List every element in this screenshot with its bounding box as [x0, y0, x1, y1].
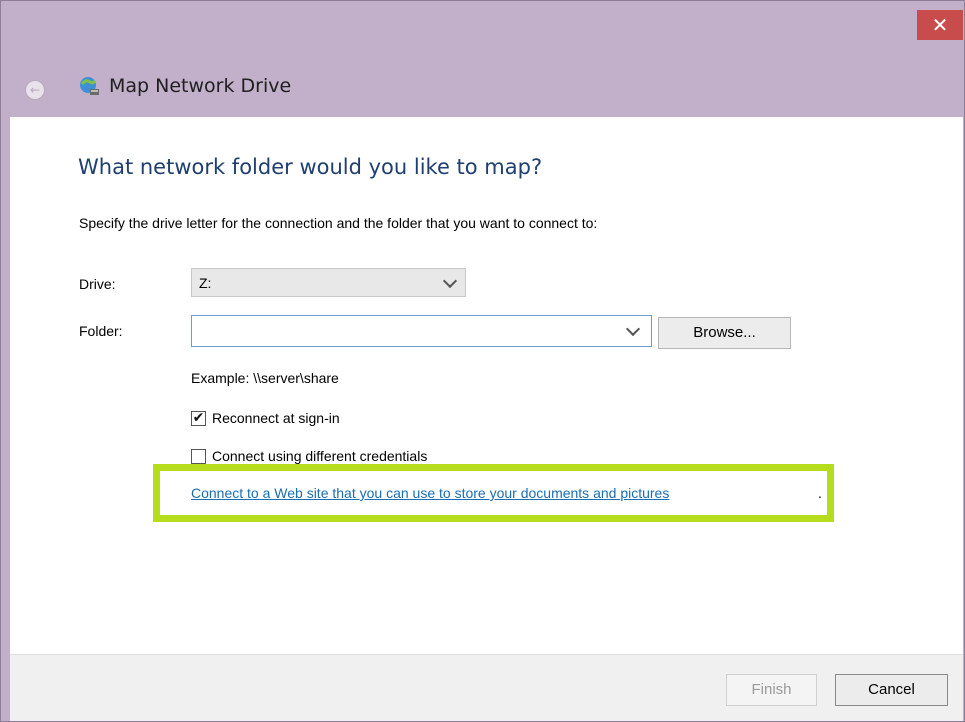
back-button[interactable]: ←: [25, 80, 45, 100]
folder-label: Folder:: [79, 323, 123, 339]
chevron-down-icon: [442, 273, 458, 289]
page-heading: What network folder would you like to ma…: [78, 155, 543, 179]
close-button[interactable]: ✕: [917, 10, 963, 40]
cancel-button[interactable]: Cancel: [835, 674, 948, 706]
finish-button[interactable]: Finish: [726, 674, 817, 706]
credentials-label: Connect using different credentials: [212, 448, 428, 464]
drive-select[interactable]: Z:: [191, 268, 466, 297]
network-drive-icon: [80, 77, 99, 95]
folder-input[interactable]: [196, 320, 610, 344]
drive-value: Z:: [199, 275, 212, 291]
chevron-down-icon[interactable]: [625, 321, 641, 337]
reconnect-checkbox[interactable]: ✔: [191, 410, 206, 426]
close-icon: ✕: [931, 13, 949, 37]
window-title: Map Network Drive: [109, 75, 292, 97]
reconnect-label: Reconnect at sign-in: [212, 410, 340, 426]
web-site-link[interactable]: Connect to a Web site that you can use t…: [191, 485, 669, 501]
map-network-drive-window: ✕ ← Map Network Drive What network folde…: [0, 0, 965, 722]
web-link-period: .: [818, 485, 822, 501]
dialog-footer: [10, 654, 963, 721]
drive-label: Drive:: [79, 276, 116, 292]
checkmark-icon: ✔: [192, 410, 205, 426]
dialog-content: What network folder would you like to ma…: [10, 117, 963, 654]
folder-combobox[interactable]: [191, 315, 652, 347]
example-text: Example: \\server\share: [191, 370, 339, 386]
browse-button[interactable]: Browse...: [658, 317, 791, 349]
credentials-checkbox-row[interactable]: Connect using different credentials: [191, 446, 427, 466]
instruction-text: Specify the drive letter for the connect…: [79, 215, 598, 231]
reconnect-checkbox-row[interactable]: ✔ Reconnect at sign-in: [191, 408, 340, 428]
credentials-checkbox[interactable]: [191, 448, 206, 464]
back-arrow-icon: ←: [29, 83, 41, 97]
